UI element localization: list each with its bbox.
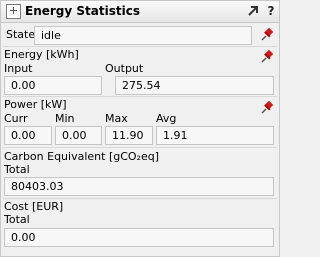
- power-min-field: 0.00: [55, 126, 102, 145]
- energy-statistics-panel: Energy Statistics ? State idle Energy [k…: [0, 0, 280, 257]
- panel-header: Energy Statistics ?: [1, 1, 279, 23]
- energy-section-title: Energy [kWh]: [4, 48, 79, 61]
- cost-total-label: Total: [4, 213, 30, 226]
- carbon-total-label: Total: [4, 163, 30, 176]
- panel-toggle-icon[interactable]: [6, 4, 21, 19]
- help-icon[interactable]: ?: [265, 4, 277, 18]
- carbon-section-title: Carbon Equivalent [gCO₂eq]: [4, 150, 160, 163]
- pin-icon[interactable]: [260, 50, 274, 64]
- energy-input-label: Input: [4, 62, 33, 75]
- state-field: idle: [34, 26, 252, 45]
- energy-input-field: 0.00: [4, 76, 102, 95]
- expand-arrow-icon[interactable]: [246, 4, 260, 18]
- panel-title: Energy Statistics: [25, 4, 140, 18]
- power-section-title: Power [kW]: [4, 98, 67, 111]
- energy-output-label: Output: [105, 62, 144, 75]
- power-avg-field: 1.91: [156, 126, 274, 145]
- pin-icon[interactable]: [260, 101, 274, 115]
- separator: [3, 147, 277, 148]
- separator: [3, 198, 277, 199]
- energy-output-field: 275.54: [115, 76, 274, 95]
- pin-icon[interactable]: [260, 28, 274, 42]
- separator: [3, 46, 277, 47]
- cost-section-title: Cost [EUR]: [4, 200, 64, 213]
- carbon-total-field: 80403.03: [4, 177, 274, 196]
- power-curr-label: Curr: [4, 112, 28, 125]
- separator: [3, 96, 277, 97]
- power-max-label: Max: [105, 112, 128, 125]
- power-max-field: 11.90: [105, 126, 153, 145]
- power-curr-field: 0.00: [4, 126, 52, 145]
- state-label: State: [6, 28, 36, 41]
- power-avg-label: Avg: [156, 112, 177, 125]
- power-min-label: Min: [55, 112, 75, 125]
- cost-total-field: 0.00: [4, 228, 274, 247]
